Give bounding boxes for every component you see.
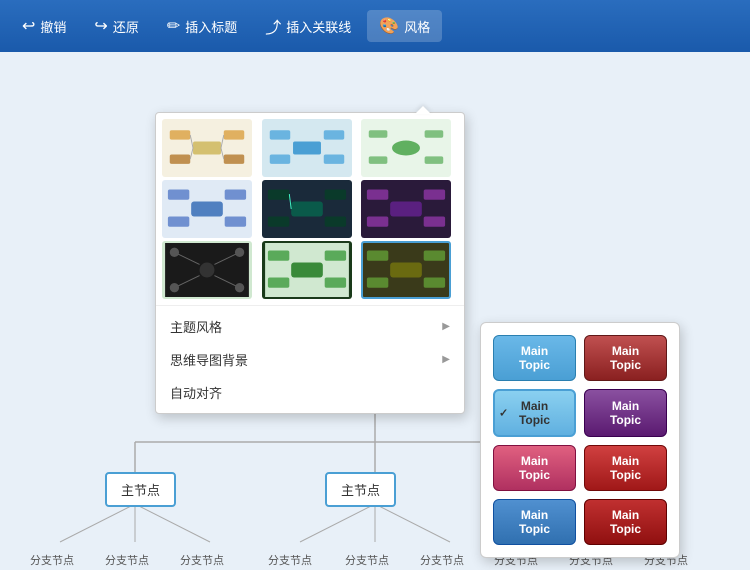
menu-item-auto-align[interactable]: 自动对齐	[156, 376, 464, 409]
theme-thumb-5[interactable]	[262, 180, 352, 238]
main-node-2[interactable]: 主节点	[325, 472, 396, 507]
insert-title-button[interactable]: ✏ 插入标题	[155, 10, 249, 42]
leaf-node-5[interactable]: 分支节点	[345, 552, 389, 568]
theme-thumb-2[interactable]	[262, 119, 352, 177]
undo-icon: ↩	[22, 16, 35, 36]
leaf-node-6[interactable]: 分支节点	[420, 552, 464, 568]
style-btn-5[interactable]: Main Topic	[493, 445, 576, 491]
theme-thumb-8[interactable]	[262, 241, 352, 299]
line-icon: ⤴	[265, 14, 281, 38]
style-btn-7[interactable]: Main Topic	[493, 499, 576, 545]
menu-item-theme-style[interactable]: 主题风格 ▶	[156, 310, 464, 343]
style-panel: Main Topic Main Topic Main Topic Main To…	[480, 322, 680, 558]
dropdown-menu-items: 主题风格 ▶ 思维导图背景 ▶ 自动对齐	[156, 306, 464, 413]
style-btn-2[interactable]: Main Topic	[584, 335, 667, 381]
style-button[interactable]: 🎨 风格	[367, 10, 442, 42]
palette-icon: 🎨	[379, 16, 399, 36]
leaf-node-3[interactable]: 分支节点	[180, 552, 224, 568]
canvas-area: 主题风格 ▶ 思维导图背景 ▶ 自动对齐 Main Topic Main Top…	[0, 52, 750, 570]
style-btn-3[interactable]: Main Topic	[493, 389, 576, 437]
theme-thumb-6[interactable]	[361, 180, 451, 238]
theme-thumb-4[interactable]	[162, 180, 252, 238]
style-btn-4[interactable]: Main Topic	[584, 389, 667, 437]
theme-thumb-7[interactable]	[162, 241, 252, 299]
leaf-node-1[interactable]: 分支节点	[30, 552, 74, 568]
leaf-node-2[interactable]: 分支节点	[105, 552, 149, 568]
menu-item-bg-style[interactable]: 思维导图背景 ▶	[156, 343, 464, 376]
style-btn-6[interactable]: Main Topic	[584, 445, 667, 491]
style-btn-1[interactable]: Main Topic	[493, 335, 576, 381]
chevron-right-icon-2: ▶	[442, 354, 450, 365]
dropdown-arrow	[415, 106, 431, 114]
leaf-node-4[interactable]: 分支节点	[268, 552, 312, 568]
pencil-icon: ✏	[167, 16, 180, 36]
theme-thumb-1[interactable]	[162, 119, 252, 177]
theme-thumb-3[interactable]	[361, 119, 451, 177]
redo-button[interactable]: ↪ 还原	[82, 10, 150, 42]
toolbar: ↩ 撤销 ↪ 还原 ✏ 插入标题 ⤴ 插入关联线 🎨 风格	[0, 0, 750, 52]
chevron-right-icon: ▶	[442, 321, 450, 332]
redo-icon: ↪	[94, 16, 107, 36]
style-btn-8[interactable]: Main Topic	[584, 499, 667, 545]
main-node-1[interactable]: 主节点	[105, 472, 176, 507]
style-dropdown-panel: 主题风格 ▶ 思维导图背景 ▶ 自动对齐	[155, 112, 465, 414]
theme-grid[interactable]	[156, 113, 464, 306]
undo-button[interactable]: ↩ 撤销	[10, 10, 78, 42]
insert-line-button[interactable]: ⤴ 插入关联线	[253, 8, 363, 44]
theme-thumb-9[interactable]	[361, 241, 451, 299]
